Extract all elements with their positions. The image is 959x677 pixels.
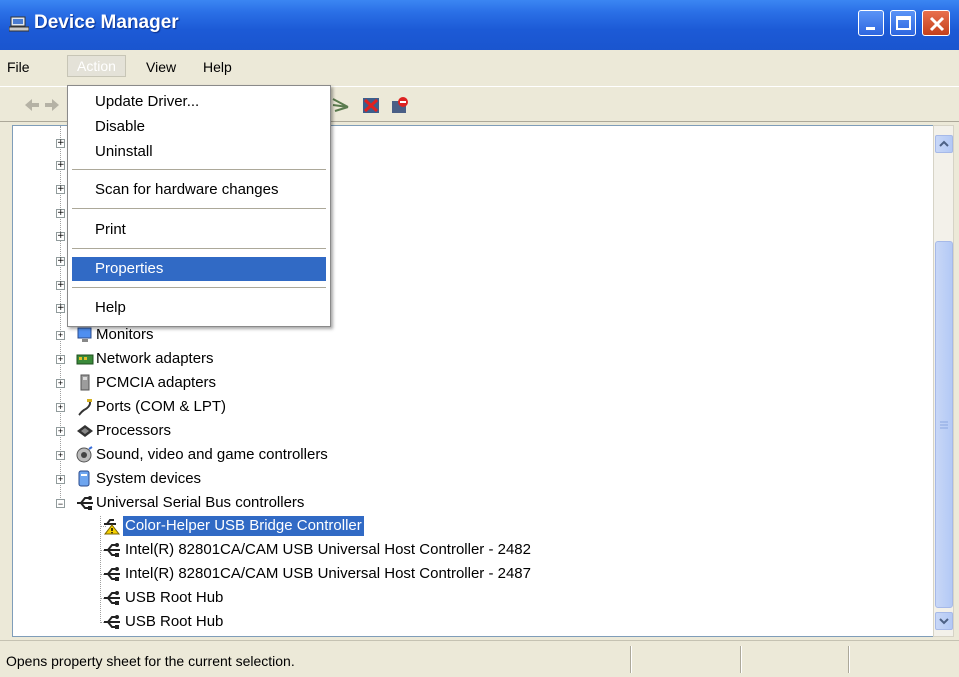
menu-bar: File Action View Help (0, 50, 959, 86)
status-divider (740, 646, 742, 673)
expand-button[interactable]: + (56, 257, 65, 266)
expand-button[interactable]: + (56, 427, 65, 436)
tree-item-label: USB Root Hub (125, 589, 224, 606)
maximize-button[interactable] (890, 10, 916, 36)
network-adapter-icon (76, 354, 94, 365)
menu-separator (72, 248, 326, 249)
minimize-icon (866, 27, 875, 30)
menu-item-properties[interactable]: Properties (72, 257, 326, 281)
tree-item-label: Intel(R) 82801CA/CAM USB Universal Host … (125, 541, 531, 558)
maximize-icon (896, 16, 911, 30)
menu-action[interactable]: Action (67, 55, 126, 77)
uninstall-icon[interactable] (361, 95, 381, 115)
expand-button[interactable]: + (56, 209, 65, 218)
menu-view[interactable]: View (146, 59, 176, 75)
grip-icon (940, 421, 948, 429)
menu-separator (72, 169, 326, 170)
menu-item-scan-hardware[interactable]: Scan for hardware changes (72, 178, 326, 202)
usb-icon (104, 543, 120, 557)
menu-item-disable[interactable]: Disable (72, 115, 326, 139)
menu-item-update-driver[interactable]: Update Driver... (72, 90, 326, 114)
expand-button[interactable]: + (56, 331, 65, 340)
title-bar[interactable]: Device Manager (0, 0, 959, 50)
tree-item-label: Monitors (96, 326, 154, 343)
scroll-down-button[interactable] (935, 612, 953, 630)
tree-item-label: Intel(R) 82801CA/CAM USB Universal Host … (125, 565, 531, 582)
status-bar: Opens property sheet for the current sel… (0, 640, 959, 677)
expand-button[interactable]: + (56, 403, 65, 412)
minimize-button[interactable] (858, 10, 884, 36)
expand-button[interactable]: + (56, 139, 65, 148)
tree-item-label: PCMCIA adapters (96, 374, 217, 391)
status-text: Opens property sheet for the current sel… (6, 653, 295, 669)
expand-button[interactable]: + (56, 232, 65, 241)
tree-item-label: Color-Helper USB Bridge Controller (123, 516, 364, 536)
tree-item-label: Network adapters (96, 350, 214, 367)
expand-button[interactable]: + (56, 281, 65, 290)
expand-button[interactable]: + (56, 161, 65, 170)
chevron-down-icon (939, 618, 949, 625)
status-divider (848, 646, 850, 673)
status-divider (630, 646, 632, 673)
device-manager-window: Device Manager File Action View Help + +… (0, 0, 959, 677)
tree-item-label: System devices (96, 470, 202, 487)
tree-item-label: Ports (COM & LPT) (96, 398, 227, 415)
scroll-thumb[interactable] (935, 241, 953, 608)
sound-icon (76, 446, 93, 463)
back-arrow-icon[interactable] (22, 95, 42, 115)
forward-arrow-icon[interactable] (42, 95, 62, 115)
monitor-icon (77, 327, 92, 342)
tree-connector (60, 126, 61, 502)
tree-connector (100, 516, 101, 623)
processor-icon (77, 425, 93, 437)
usb-icon (104, 567, 120, 581)
menu-separator (72, 208, 326, 209)
expand-button[interactable]: + (56, 355, 65, 364)
expand-button[interactable]: + (56, 451, 65, 460)
port-icon (78, 399, 92, 416)
tree-item-label: Processors (96, 422, 172, 439)
usb-icon (77, 496, 93, 510)
close-icon (929, 16, 945, 32)
pcmcia-icon (80, 374, 90, 391)
usb-warning-icon (103, 519, 121, 535)
menu-file[interactable]: File (7, 59, 30, 75)
chevron-up-icon (939, 140, 949, 147)
tree-item-label: Sound, video and game controllers (96, 446, 328, 463)
action-menu: Update Driver... Disable Uninstall Scan … (67, 85, 331, 327)
usb-icon (104, 591, 120, 605)
window-title: Device Manager (34, 12, 179, 33)
menu-help[interactable]: Help (203, 59, 232, 75)
vertical-scrollbar[interactable] (933, 125, 954, 637)
expand-button[interactable]: + (56, 304, 65, 313)
expand-button[interactable]: + (56, 475, 65, 484)
collapse-button[interactable]: − (56, 499, 65, 509)
expand-button[interactable]: + (56, 185, 65, 194)
scan-hardware-icon[interactable] (331, 95, 351, 115)
tree-item-label: Universal Serial Bus controllers (96, 494, 305, 511)
usb-icon (104, 615, 120, 629)
expand-button[interactable]: + (56, 379, 65, 388)
menu-item-uninstall[interactable]: Uninstall (72, 140, 326, 164)
menu-separator (72, 287, 326, 288)
device-manager-icon (9, 16, 29, 32)
menu-item-help[interactable]: Help (72, 296, 326, 320)
disable-icon[interactable] (390, 95, 410, 115)
close-button[interactable] (922, 10, 950, 36)
menu-item-print[interactable]: Print (72, 218, 326, 242)
scroll-up-button[interactable] (935, 135, 953, 153)
system-device-icon (78, 470, 90, 487)
tree-item-label: USB Root Hub (125, 613, 224, 630)
